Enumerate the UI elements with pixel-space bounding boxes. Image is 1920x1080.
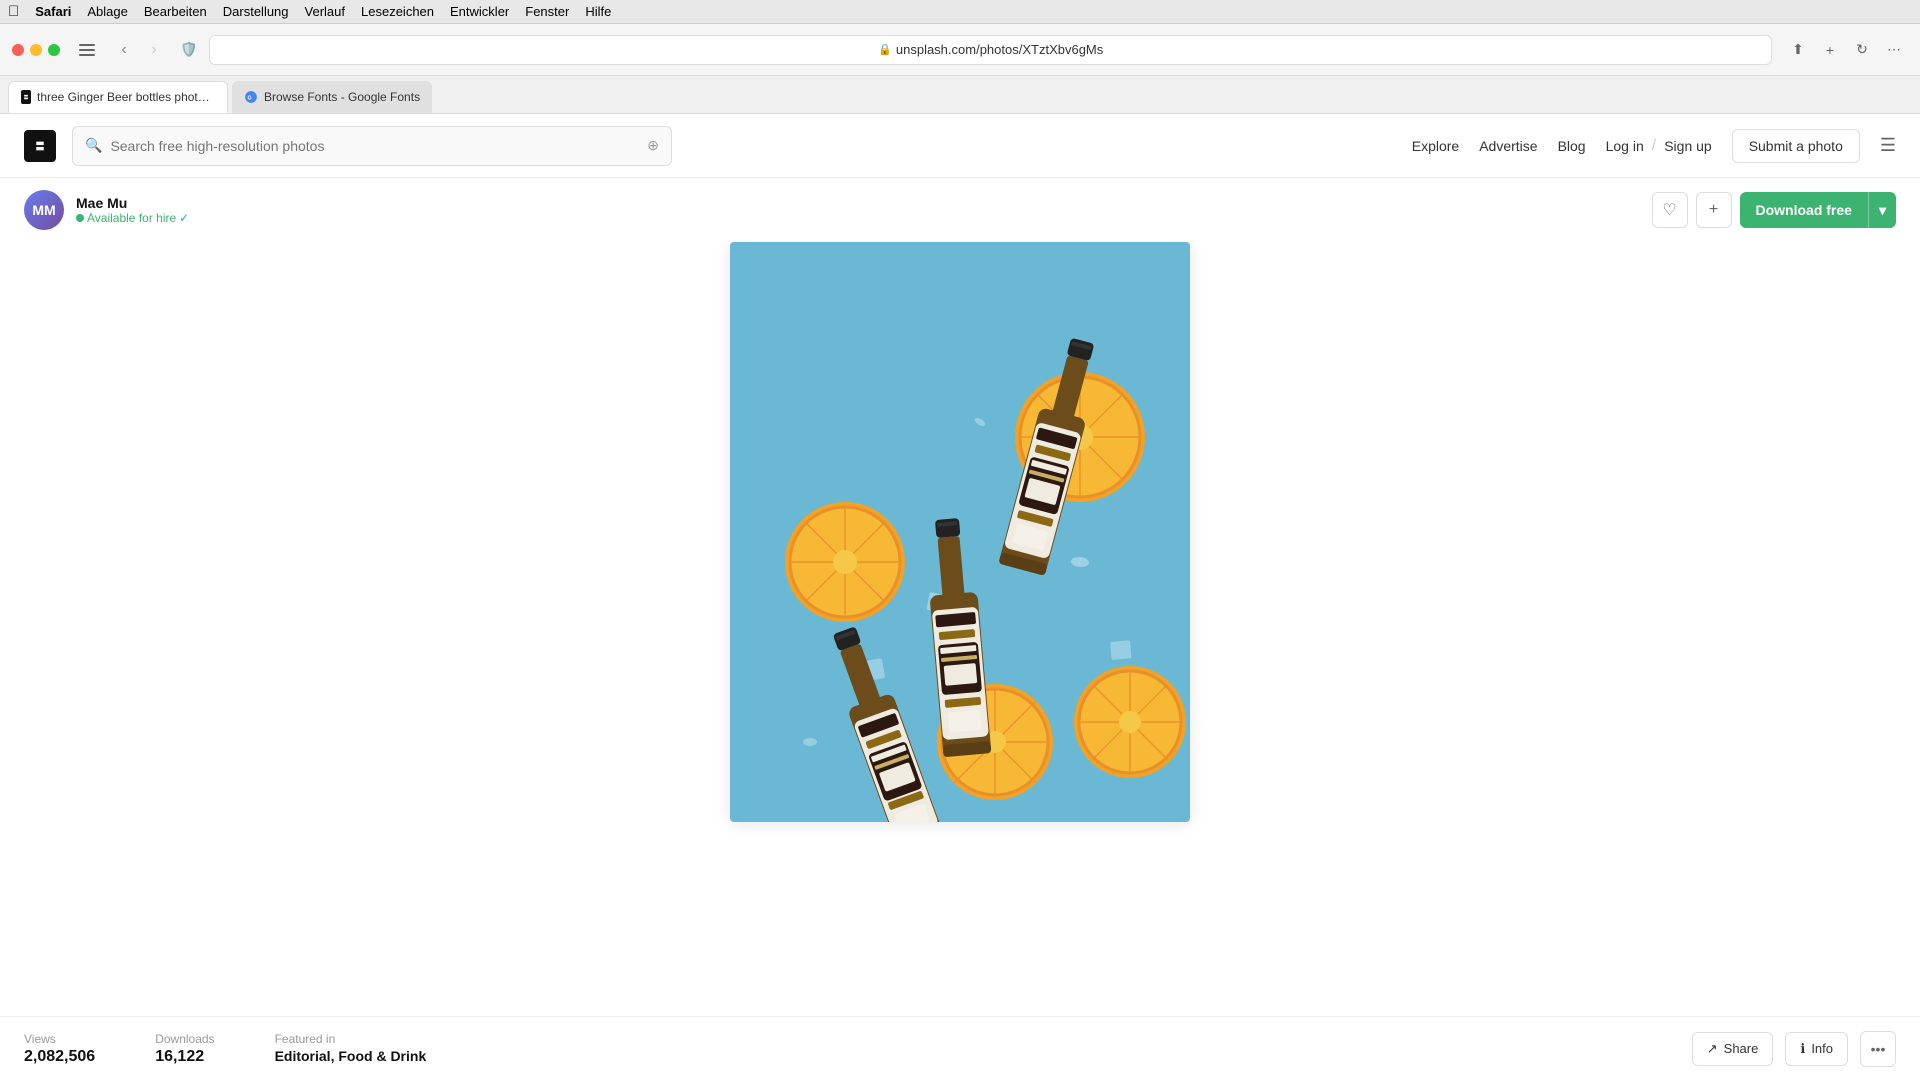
photographer-name[interactable]: Mae Mu	[76, 195, 189, 211]
tab-google-fonts[interactable]: G Browse Fonts - Google Fonts	[232, 81, 432, 113]
unsplash-header: 🔍 ⊕ Explore Advertise Blog Log in / Sign…	[0, 114, 1920, 178]
maximize-window-button[interactable]	[48, 44, 60, 56]
info-icon: ℹ	[1800, 1041, 1805, 1057]
like-button[interactable]: ♡	[1652, 192, 1688, 228]
avatar[interactable]: MM	[24, 190, 64, 230]
new-tab-button[interactable]: +	[1816, 36, 1844, 64]
nav-buttons: ‹ ›	[110, 36, 168, 64]
search-input[interactable]	[110, 138, 639, 154]
address-bar[interactable]: 🔒 unsplash.com/photos/XTztXbv6gMs	[209, 35, 1772, 65]
minimize-window-button[interactable]	[30, 44, 42, 56]
lock-icon: 🔒	[878, 43, 892, 56]
auth-divider: /	[1652, 137, 1656, 155]
google-fonts-favicon: G	[244, 90, 258, 104]
main-photo	[730, 242, 1190, 822]
download-label: Download free	[1740, 202, 1868, 218]
search-bar[interactable]: 🔍 ⊕	[72, 126, 672, 166]
views-value: 2,082,506	[24, 1048, 95, 1066]
info-bar: Views 2,082,506 Downloads 16,122 Feature…	[0, 1016, 1920, 1080]
photo-page: MM Mae Mu Available for hire ✓ ♡ + Downl…	[0, 178, 1920, 1080]
tab-unsplash[interactable]: three Ginger Beer bottles photo – Free F…	[8, 81, 228, 113]
more-icon: •••	[1871, 1041, 1886, 1057]
tabs-bar: three Ginger Beer bottles photo – Free F…	[0, 76, 1920, 114]
ablage-menu[interactable]: Ablage	[87, 4, 127, 19]
blog-link[interactable]: Blog	[1558, 138, 1586, 154]
views-label: Views	[24, 1032, 95, 1046]
unsplash-favicon	[21, 90, 31, 104]
browser-actions: ⬆ + ↻ ⋯	[1784, 36, 1908, 64]
extensions-button[interactable]: ⋯	[1880, 36, 1908, 64]
hamburger-menu[interactable]: ☰	[1880, 135, 1896, 156]
available-dot	[76, 214, 84, 222]
hilfe-menu[interactable]: Hilfe	[585, 4, 611, 19]
avatar-initials: MM	[32, 202, 55, 218]
add-to-collection-button[interactable]: +	[1696, 192, 1732, 228]
share-icon: ↗	[1707, 1041, 1718, 1057]
sidebar-toggle-button[interactable]	[76, 39, 98, 61]
verified-icon: ✓	[179, 211, 189, 225]
verlauf-menu[interactable]: Verlauf	[305, 4, 345, 19]
back-button[interactable]: ‹	[110, 36, 138, 64]
svg-text:G: G	[248, 95, 252, 101]
fenster-menu[interactable]: Fenster	[525, 4, 569, 19]
apple-menu[interactable]: 	[8, 3, 19, 20]
url-text: unsplash.com/photos/XTztXbv6gMs	[896, 42, 1103, 57]
photographer-bar: MM Mae Mu Available for hire ✓ ♡ + Downl…	[0, 178, 1920, 242]
advertise-link[interactable]: Advertise	[1479, 138, 1537, 154]
photo-actions: ♡ + Download free ▾	[1652, 192, 1897, 228]
safari-menu[interactable]: Safari	[35, 4, 71, 19]
forward-button[interactable]: ›	[140, 36, 168, 64]
downloads-value: 16,122	[155, 1048, 214, 1066]
darstellung-menu[interactable]: Darstellung	[223, 4, 289, 19]
featured-value: Editorial, Food & Drink	[275, 1048, 427, 1064]
reload-button[interactable]: ↻	[1848, 36, 1876, 64]
share-label: Share	[1724, 1041, 1759, 1056]
unsplash-logo[interactable]	[24, 130, 56, 162]
featured-label: Featured in	[275, 1032, 427, 1046]
info-button[interactable]: ℹ Info	[1785, 1032, 1848, 1066]
close-window-button[interactable]	[12, 44, 24, 56]
signup-link[interactable]: Sign up	[1664, 138, 1711, 154]
info-actions: ↗ Share ℹ Info •••	[1692, 1031, 1896, 1067]
entwickler-menu[interactable]: Entwickler	[450, 4, 509, 19]
explore-link[interactable]: Explore	[1412, 138, 1459, 154]
traffic-lights	[12, 44, 60, 56]
share-button[interactable]: ↗ Share	[1692, 1032, 1774, 1066]
info-stats: Views 2,082,506 Downloads 16,122 Feature…	[24, 1032, 426, 1066]
available-text: Available for hire	[87, 211, 176, 225]
featured-stat: Featured in Editorial, Food & Drink	[275, 1032, 427, 1066]
photo-main	[0, 242, 1920, 1016]
tab-label-google-fonts: Browse Fonts - Google Fonts	[264, 90, 420, 104]
header-nav: Explore Advertise Blog Log in / Sign up …	[1412, 129, 1896, 163]
photographer-details: Mae Mu Available for hire ✓	[76, 195, 189, 225]
macos-menubar:  Safari Ablage Bearbeiten Darstellung V…	[0, 0, 1920, 24]
downloads-label: Downloads	[155, 1032, 214, 1046]
available-badge: Available for hire ✓	[76, 211, 189, 225]
download-button[interactable]: Download free ▾	[1740, 192, 1897, 228]
browser-chrome: ‹ › 🛡️ 🔒 unsplash.com/photos/XTztXbv6gMs…	[0, 24, 1920, 76]
bearbeiten-menu[interactable]: Bearbeiten	[144, 4, 207, 19]
auth-section: Log in / Sign up	[1606, 137, 1712, 155]
photographer-info: MM Mae Mu Available for hire ✓	[24, 190, 189, 230]
login-link[interactable]: Log in	[1606, 138, 1644, 154]
tab-label-unsplash: three Ginger Beer bottles photo – Free F…	[37, 90, 215, 104]
photo-container	[730, 242, 1190, 822]
more-options-button[interactable]: •••	[1860, 1031, 1896, 1067]
views-stat: Views 2,082,506	[24, 1032, 95, 1066]
share-browser-button[interactable]: ⬆	[1784, 36, 1812, 64]
shield-icon: 🛡️	[180, 41, 197, 58]
lesezeichen-menu[interactable]: Lesezeichen	[361, 4, 434, 19]
downloads-stat: Downloads 16,122	[155, 1032, 214, 1066]
visual-search-icon[interactable]: ⊕	[647, 137, 659, 154]
download-dropdown-icon[interactable]: ▾	[1869, 202, 1896, 219]
info-label: Info	[1811, 1041, 1833, 1056]
submit-photo-button[interactable]: Submit a photo	[1732, 129, 1860, 163]
search-icon: 🔍	[85, 137, 102, 154]
